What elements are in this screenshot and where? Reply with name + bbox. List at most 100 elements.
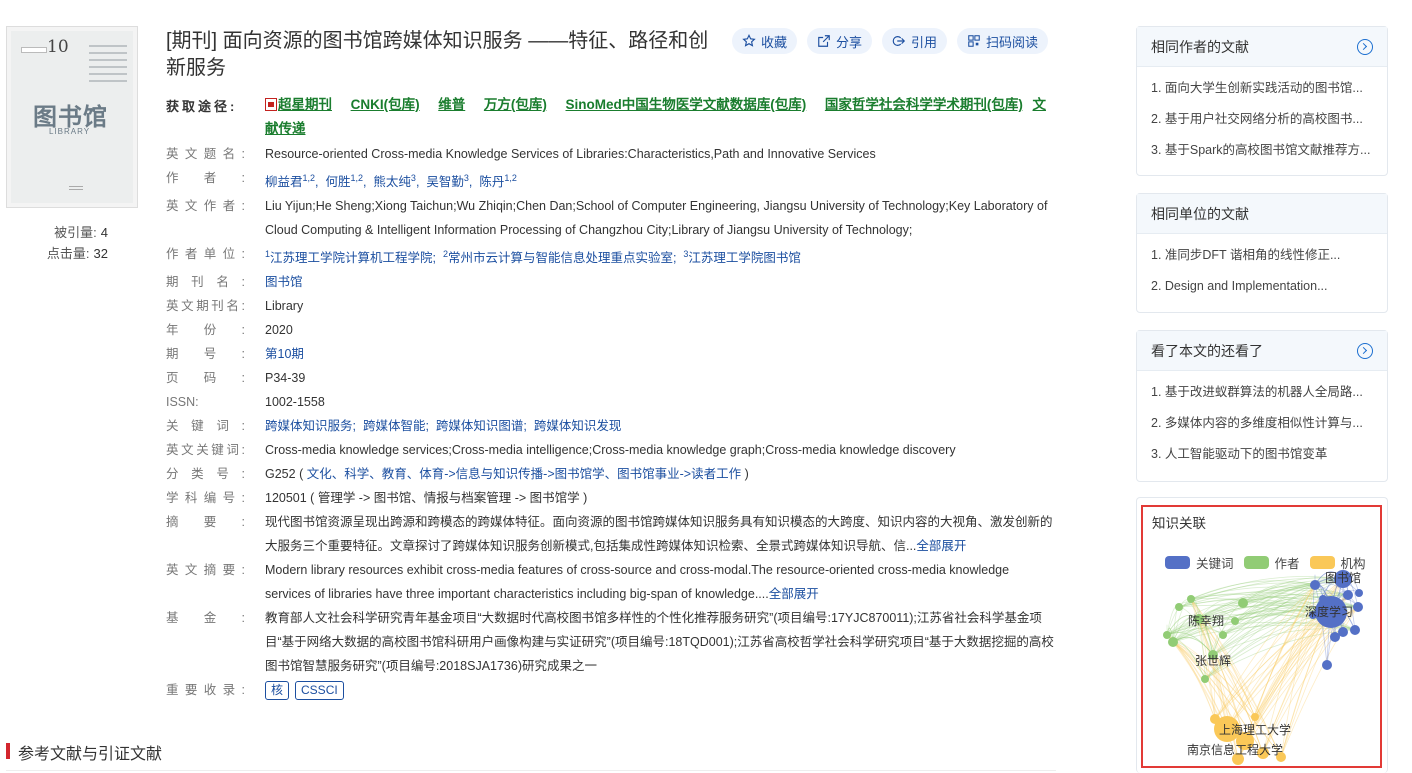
cover-subtitle: LIBRARY — [49, 127, 91, 136]
graph-legend: 关键词 作者 机构 — [1165, 553, 1366, 572]
journal-link[interactable]: 图书馆 — [265, 270, 1058, 294]
channel-link[interactable]: CNKI(包库) — [351, 97, 420, 112]
field-en-abstract: 英文摘要: Modern library resources exhibit c… — [166, 563, 1010, 602]
graph-node[interactable] — [1355, 589, 1363, 597]
graph-node[interactable] — [1168, 637, 1178, 647]
author-link[interactable]: 陈丹1,2 — [479, 173, 517, 189]
legend-author[interactable]: 作者 — [1243, 553, 1300, 572]
channel-link[interactable]: SinoMed中国生物医学文献数据库(包库) — [566, 97, 807, 112]
cover-issue-number: 10 — [47, 37, 69, 57]
graph-node[interactable] — [1322, 660, 1332, 670]
field-issn: ISSN: 1002-1558 — [166, 395, 325, 410]
graph-node[interactable] — [1187, 595, 1195, 603]
node-label[interactable]: 图书馆 — [1325, 570, 1361, 585]
same-unit-panel: 相同单位的文献 1. 准同步DFT 谐相角的线性修正... 2. Design … — [1136, 193, 1388, 313]
graph-node[interactable] — [1175, 603, 1183, 611]
list-item[interactable]: 3. 人工智能驱动下的图书馆变革 — [1151, 439, 1373, 470]
star-icon — [742, 34, 756, 47]
field-issue: 期号: 第10期 — [166, 342, 1058, 366]
graph-node[interactable] — [1238, 598, 1248, 608]
keyword-link[interactable]: 跨媒体知识发现 — [534, 419, 622, 433]
author-link[interactable]: 柳益君1,2 — [265, 173, 315, 189]
node-label[interactable]: 南京信息工程大学 — [1187, 742, 1283, 757]
channel-link[interactable]: 超星期刊 — [278, 97, 332, 112]
article-stats: 被引量: 4 点击量: 32 — [6, 222, 138, 264]
field-class: 分类号: G252 ( 文化、科学、教育、体育->信息与知识传播->图书馆学、图… — [166, 467, 749, 482]
list-item[interactable]: 1. 面向大学生创新实践活动的图书馆... — [1151, 73, 1373, 104]
references-heading[interactable]: 参考文献与引证文献 — [6, 740, 162, 764]
chevron-right-icon[interactable] — [1357, 38, 1373, 55]
list-item[interactable]: 2. 基于用户社交网络分析的高校图书... — [1151, 104, 1373, 135]
graph-node[interactable] — [1163, 631, 1171, 639]
channel-link[interactable]: 万方(包库) — [484, 97, 547, 112]
field-fund: 基金: 教育部人文社会科学研究青年基金项目“大数据时代高校图书馆多样性的个性化推… — [166, 611, 1054, 674]
favorite-button[interactable]: 收藏 — [732, 28, 798, 54]
field-year: 年份: 2020 — [166, 323, 293, 338]
index-tag[interactable]: 核 — [265, 681, 290, 701]
also-viewed-panel: 看了本文的还看了 1. 基于改进蚁群算法的机器人全局路... 2. 多媒体内容的… — [1136, 330, 1388, 482]
graph-node[interactable] — [1201, 675, 1209, 683]
affiliation-link[interactable]: 1江苏理工学院计算机工程学院 — [265, 249, 433, 265]
list-item[interactable]: 2. 多媒体内容的多维度相似性计算与... — [1151, 408, 1373, 439]
graph-node[interactable] — [1343, 590, 1353, 600]
affiliation-link[interactable]: 3江苏理工学院图书馆 — [683, 249, 801, 265]
affiliation-link[interactable]: 2常州市云计算与智能信息处理重点实验室 — [443, 249, 673, 265]
cite-icon — [892, 36, 906, 46]
journal-cover[interactable]: 10 图书馆 LIBRARY — [6, 26, 138, 208]
knowledge-graph-panel: 图书馆 深度学习 陈幸翔 张世辉 上海理工大学 南京信息工程大学 知识关联 关键… — [1141, 505, 1382, 768]
field-pages: 页码: P34-39 — [166, 371, 306, 386]
list-item[interactable]: 1. 准同步DFT 谐相角的线性修正... — [1151, 240, 1373, 271]
graph-node[interactable] — [1231, 617, 1239, 625]
list-item[interactable]: 1. 基于改进蚁群算法的机器人全局路... — [1151, 377, 1373, 408]
chevron-right-icon[interactable] — [1357, 342, 1373, 359]
field-subject: 学科编号: 120501 ( 管理学 -> 图书馆、情报与档案管理 -> 图书馆… — [166, 491, 588, 506]
graph-node[interactable] — [1310, 580, 1320, 590]
knowledge-graph-title: 知识关联 — [1152, 516, 1206, 531]
issue-link[interactable]: 第10期 — [265, 342, 1058, 366]
panel-title: 看了本文的还看了 — [1151, 342, 1263, 359]
graph-node[interactable] — [1219, 631, 1227, 639]
node-label[interactable]: 上海理工大学 — [1219, 722, 1291, 737]
field-en-title: 英文题名: Resource-oriented Cross-media Know… — [166, 147, 876, 161]
author-link[interactable]: 何胜1,2 — [325, 173, 363, 189]
channel-link[interactable]: 维普 — [438, 97, 465, 112]
scan-read-button[interactable]: 扫码阅读 — [957, 28, 1049, 54]
knowledge-graph[interactable]: 图书馆 深度学习 陈幸翔 张世辉 上海理工大学 南京信息工程大学 — [1143, 507, 1382, 768]
field-affiliations: 作者单位: 1江苏理工学院计算机工程学院; 2常州市云计算与智能信息处理重点实验… — [166, 247, 801, 266]
list-item[interactable]: 3. 基于Spark的高校图书馆文献推荐方... — [1151, 135, 1373, 166]
field-keywords: 关键词: 跨媒体知识服务; 跨媒体智能; 跨媒体知识图谱; 跨媒体知识发现 — [166, 419, 622, 434]
graph-node[interactable] — [1330, 632, 1340, 642]
class-path-link[interactable]: 文化、科学、教育、体育->信息与知识传播->图书馆学、图书馆事业->读者工作 — [307, 467, 741, 481]
cite-button[interactable]: 引用 — [882, 28, 948, 54]
index-tag[interactable]: CSSCI — [295, 681, 344, 701]
graph-node[interactable] — [1319, 595, 1327, 603]
legend-swatch — [1309, 556, 1335, 569]
keyword-link[interactable]: 跨媒体知识图谱 — [436, 419, 524, 433]
author-link[interactable]: 吴智勤3 — [426, 173, 469, 189]
same-author-panel: 相同作者的文献 1. 面向大学生创新实践活动的图书馆... 2. 基于用户社交网… — [1136, 26, 1388, 176]
keyword-link[interactable]: 跨媒体智能 — [363, 419, 426, 433]
legend-keyword[interactable]: 关键词 — [1165, 553, 1234, 572]
channel-list: 超星期刊 CNKI(包库) 维普 万方(包库) SinoMed中国生物医学文献数… — [265, 93, 1055, 141]
list-item[interactable]: 2. Design and Implementation... — [1151, 271, 1373, 302]
node-label[interactable]: 张世辉 — [1195, 654, 1231, 668]
panel-title: 相同作者的文献 — [1151, 38, 1249, 55]
graph-node[interactable] — [1251, 713, 1259, 721]
graph-node[interactable] — [1353, 602, 1363, 612]
expand-abstract-link[interactable]: 全部展开 — [916, 539, 966, 553]
channels-label: 获取途径: — [166, 99, 238, 114]
legend-org[interactable]: 机构 — [1309, 553, 1366, 572]
left-column: 10 图书馆 LIBRARY 被引量: 4 点击量: 32 — [6, 26, 138, 264]
field-journal: 期刊名: 图书馆 — [166, 270, 1058, 294]
node-label[interactable]: 陈幸翔 — [1188, 613, 1224, 628]
channel-link[interactable]: 国家哲学社会科学学术期刊(包库) — [825, 97, 1023, 112]
legend-swatch — [1165, 556, 1190, 569]
node-label[interactable]: 深度学习 — [1305, 604, 1353, 619]
cited-count: 被引量: 4 — [54, 225, 108, 240]
graph-node[interactable] — [1350, 625, 1360, 635]
expand-en-abstract-link[interactable]: 全部展开 — [769, 587, 819, 601]
field-en-authors: 英文作者: Liu Yijun;He Sheng;Xiong Taichun;W… — [166, 199, 1048, 238]
share-button[interactable]: 分享 — [807, 28, 873, 54]
author-link[interactable]: 熊太纯3 — [373, 173, 416, 189]
keyword-link[interactable]: 跨媒体知识服务 — [265, 419, 353, 433]
